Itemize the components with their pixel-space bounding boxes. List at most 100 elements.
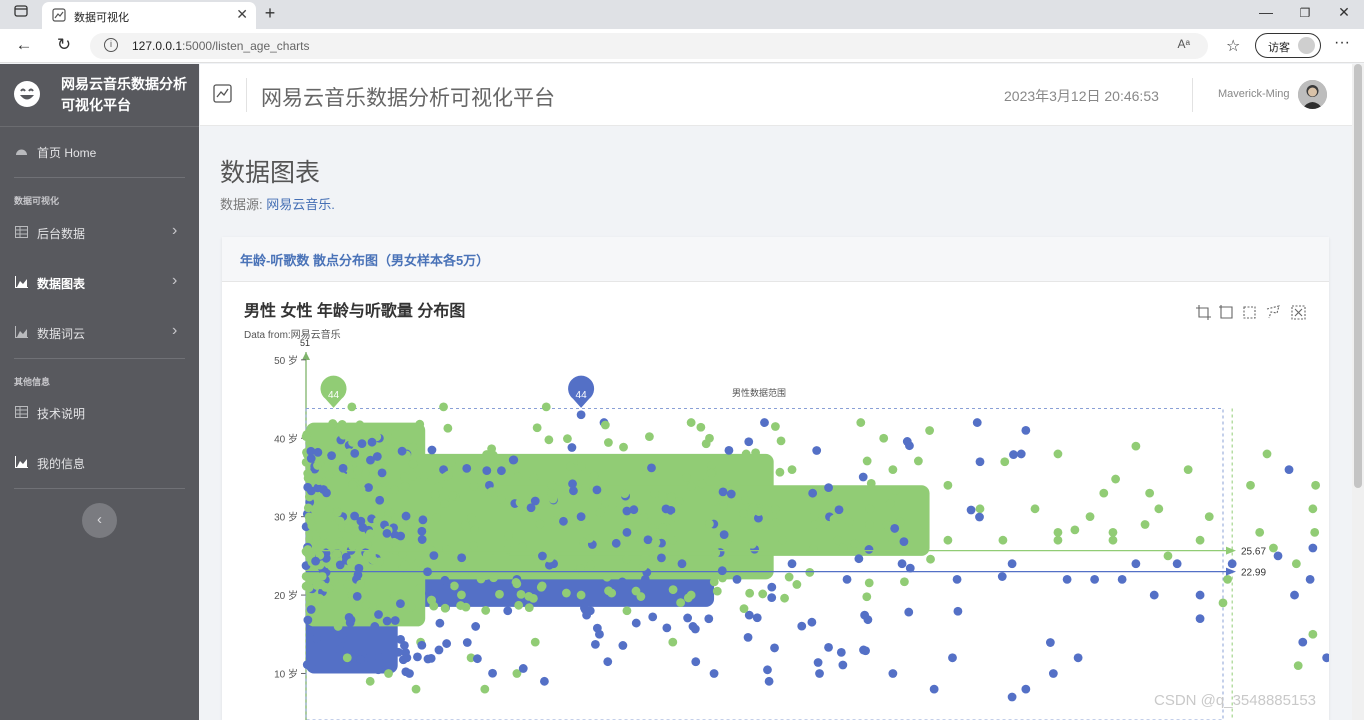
male-data-point bbox=[313, 447, 323, 457]
female-data-point bbox=[326, 512, 336, 522]
scatter-chart[interactable]: 男性 女性 年龄与听歌量 分布图 Data from:网易云音乐 男性数据范围 … bbox=[222, 282, 1329, 720]
male-max-label: 44 bbox=[576, 390, 588, 401]
female-data-point bbox=[719, 500, 728, 510]
tab-close-icon[interactable]: ✕ bbox=[236, 6, 248, 23]
male-data-point bbox=[617, 577, 627, 587]
female-data-point bbox=[589, 471, 599, 481]
address-bar: ← ↻ i 127.0.0.1:5000/listen_age_charts A… bbox=[0, 29, 1364, 63]
female-data-point bbox=[443, 423, 453, 433]
male-data-point bbox=[417, 640, 427, 650]
female-data-point bbox=[524, 603, 534, 613]
female-data-point bbox=[1154, 504, 1164, 514]
zoom-reset-icon[interactable] bbox=[1218, 304, 1235, 321]
female-data-point bbox=[1140, 520, 1150, 529]
scroll-thumb[interactable] bbox=[1354, 64, 1362, 488]
female-data-point bbox=[645, 432, 654, 442]
male-data-point bbox=[815, 669, 824, 678]
female-data-point bbox=[602, 572, 612, 582]
url-field[interactable]: i 127.0.0.1:5000/listen_age_charts Aᵃ bbox=[90, 33, 1208, 59]
female-data-point bbox=[810, 510, 819, 520]
chevron-right-icon: › bbox=[172, 222, 178, 239]
site-info-icon[interactable]: i bbox=[104, 38, 118, 52]
female-data-point bbox=[631, 586, 641, 596]
male-data-point bbox=[374, 652, 384, 662]
male-data-point bbox=[471, 622, 481, 631]
clear-select-icon[interactable] bbox=[1290, 304, 1307, 321]
username[interactable]: Maverick-Ming bbox=[1218, 88, 1290, 100]
male-data-point bbox=[864, 545, 874, 554]
female-data-point bbox=[667, 492, 676, 502]
male-data-point bbox=[726, 489, 736, 499]
female-data-point bbox=[640, 553, 650, 563]
collapse-sidebar-button[interactable]: ‹ bbox=[82, 503, 117, 538]
female-data-point bbox=[516, 589, 526, 599]
female-data-point bbox=[419, 471, 429, 481]
sidebar-item-myinfo[interactable]: 我的信息 bbox=[0, 447, 199, 479]
tab-actions-icon[interactable] bbox=[11, 4, 31, 21]
female-data-point bbox=[1293, 661, 1303, 671]
maximize-icon[interactable]: ❐ bbox=[1295, 6, 1315, 20]
male-data-point bbox=[319, 485, 328, 494]
female-data-point bbox=[1070, 525, 1080, 535]
male-data-point bbox=[306, 454, 316, 463]
male-data-point bbox=[972, 418, 982, 427]
sidebar-item-wordcloud[interactable]: 数据词云 › bbox=[0, 317, 199, 349]
sidebar-item-home[interactable]: 首页 Home bbox=[0, 136, 199, 168]
male-data-point bbox=[503, 606, 513, 616]
back-icon[interactable]: ← bbox=[13, 35, 35, 55]
female-data-point bbox=[778, 535, 788, 545]
female-data-point bbox=[686, 481, 696, 491]
table-icon bbox=[15, 226, 28, 238]
avatar[interactable] bbox=[1298, 80, 1327, 109]
new-tab-icon[interactable]: + bbox=[260, 3, 280, 24]
read-aloud-icon[interactable]: Aᵃ bbox=[1178, 37, 1190, 51]
page-scrollbar[interactable] bbox=[1352, 64, 1364, 720]
sidebar-item-tech[interactable]: 技术说明 bbox=[0, 397, 199, 429]
male-data-point bbox=[302, 660, 312, 670]
divider bbox=[14, 358, 185, 359]
male-data-point bbox=[311, 556, 321, 566]
more-icon[interactable]: ··· bbox=[1334, 34, 1350, 52]
source-link[interactable]: 网易云音乐. bbox=[266, 197, 335, 212]
female-data-point bbox=[303, 473, 313, 483]
male-data-point bbox=[423, 654, 433, 664]
male-data-point bbox=[1048, 669, 1058, 678]
divider bbox=[14, 488, 185, 489]
chart-title: 男性 女性 年龄与听歌量 分布图 bbox=[244, 301, 465, 320]
male-data-point bbox=[899, 537, 909, 547]
male-data-point bbox=[1090, 574, 1100, 584]
female-data-point bbox=[900, 577, 909, 587]
sidebar-item-backend-data[interactable]: 后台数据 › bbox=[0, 217, 199, 249]
refresh-icon[interactable]: ↻ bbox=[53, 35, 75, 55]
female-data-point bbox=[577, 462, 586, 472]
profile-button[interactable]: 访客 bbox=[1255, 33, 1321, 58]
male-data-point bbox=[1007, 559, 1017, 569]
female-data-point bbox=[697, 479, 707, 489]
female-data-point bbox=[549, 516, 559, 526]
male-data-point bbox=[952, 574, 962, 584]
minimize-icon[interactable]: — bbox=[1256, 4, 1276, 20]
female-data-point bbox=[696, 422, 706, 432]
favorites-icon[interactable]: ☆ bbox=[1226, 36, 1240, 56]
female-data-point bbox=[514, 600, 524, 610]
male-mean-label: 22.99 bbox=[1241, 568, 1266, 579]
lasso-select-icon[interactable] bbox=[1265, 304, 1282, 321]
female-data-point bbox=[658, 491, 667, 501]
sidebar-item-charts[interactable]: 数据图表 › bbox=[0, 267, 199, 299]
male-data-point bbox=[390, 616, 400, 625]
close-window-icon[interactable]: ✕ bbox=[1334, 4, 1354, 21]
browser-tab[interactable]: 数据可视化 ✕ bbox=[42, 2, 256, 29]
female-data-point bbox=[503, 545, 513, 554]
female-data-point bbox=[1111, 474, 1120, 484]
female-data-point bbox=[805, 568, 815, 577]
male-data-point bbox=[997, 572, 1007, 581]
female-data-point bbox=[862, 456, 872, 466]
zoom-icon[interactable] bbox=[1195, 304, 1212, 321]
female-data-point bbox=[1255, 527, 1265, 537]
rect-select-icon[interactable] bbox=[1241, 304, 1258, 321]
male-data-point bbox=[603, 657, 613, 667]
female-data-point bbox=[833, 535, 843, 545]
male-data-point bbox=[691, 657, 701, 667]
male-data-point bbox=[427, 445, 437, 455]
female-data-point bbox=[1183, 465, 1193, 475]
